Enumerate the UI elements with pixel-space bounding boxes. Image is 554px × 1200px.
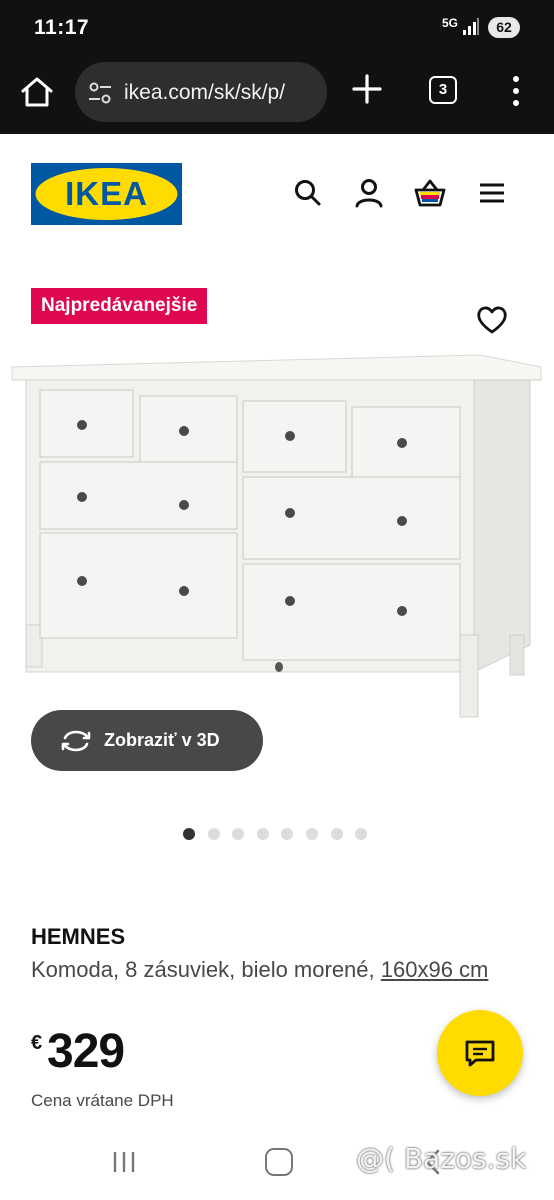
carousel-dot[interactable] bbox=[207, 828, 220, 840]
carousel-dot[interactable] bbox=[281, 828, 294, 840]
view-3d-label: Zobraziť v 3D bbox=[104, 730, 220, 750]
carousel-dot[interactable] bbox=[183, 828, 195, 840]
hamburger-menu-icon[interactable] bbox=[475, 176, 509, 210]
signal-icon bbox=[463, 18, 479, 35]
product-description-text: Komoda, 8 zásuviek, bielo morené, bbox=[31, 957, 375, 982]
status-time: 11:17 bbox=[34, 16, 90, 39]
chat-icon bbox=[465, 1040, 495, 1067]
heart-icon[interactable] bbox=[475, 303, 509, 337]
tab-switcher-button[interactable]: 3 bbox=[429, 76, 457, 104]
product-dimensions-link[interactable]: 160x96 cm bbox=[381, 957, 489, 982]
url-text[interactable]: ikea.com/sk/sk/p/ bbox=[124, 81, 322, 105]
carousel-dot[interactable] bbox=[256, 828, 269, 840]
search-icon[interactable] bbox=[291, 176, 325, 210]
tune-icon[interactable] bbox=[87, 80, 113, 106]
view-3d-button[interactable]: Zobraziť v 3D bbox=[31, 710, 263, 771]
page: 11:17 5G 62 ikea.com/sk/sk/p/ 3 IKEA Naj… bbox=[0, 0, 554, 1200]
carousel-dot[interactable] bbox=[355, 828, 368, 840]
chat-button[interactable] bbox=[437, 1010, 523, 1096]
home-nav-button[interactable] bbox=[265, 1148, 293, 1176]
product-name: HEMNES bbox=[31, 924, 126, 949]
product-image-dresser bbox=[11, 354, 542, 718]
product-description: Komoda, 8 zásuviek, bielo morené, 160x96… bbox=[31, 955, 526, 985]
carousel-dot[interactable] bbox=[232, 828, 245, 840]
watermark: @( Bazos.sk bbox=[356, 1142, 527, 1175]
account-icon[interactable] bbox=[352, 176, 386, 210]
network-indicator: 5G bbox=[442, 16, 459, 30]
price-note: Cena vrátane DPH bbox=[31, 1091, 174, 1110]
home-icon[interactable] bbox=[18, 73, 56, 111]
price-value: 329 bbox=[47, 1025, 125, 1078]
recent-apps-icon[interactable] bbox=[111, 1150, 137, 1174]
svg-text:IKEA: IKEA bbox=[65, 175, 148, 212]
battery-indicator: 62 bbox=[488, 17, 520, 38]
price-currency: € bbox=[31, 1032, 43, 1054]
system-nav-bar: @( Bazos.sk bbox=[0, 1128, 554, 1200]
site-header: IKEA bbox=[0, 134, 554, 254]
rotate-3d-icon bbox=[61, 730, 91, 752]
carousel-dot[interactable] bbox=[306, 828, 318, 840]
ikea-logo[interactable]: IKEA bbox=[31, 163, 182, 225]
bestseller-badge: Najpredávanejšie bbox=[31, 288, 208, 324]
plus-icon[interactable] bbox=[350, 72, 384, 106]
status-bar: 11:17 5G 62 bbox=[0, 0, 554, 58]
url-bar[interactable]: ikea.com/sk/sk/p/ bbox=[75, 62, 327, 122]
browser-toolbar: ikea.com/sk/sk/p/ 3 bbox=[0, 58, 554, 134]
cart-icon[interactable] bbox=[413, 176, 447, 210]
carousel-dot[interactable] bbox=[330, 828, 343, 840]
more-vert-icon[interactable] bbox=[505, 74, 527, 108]
